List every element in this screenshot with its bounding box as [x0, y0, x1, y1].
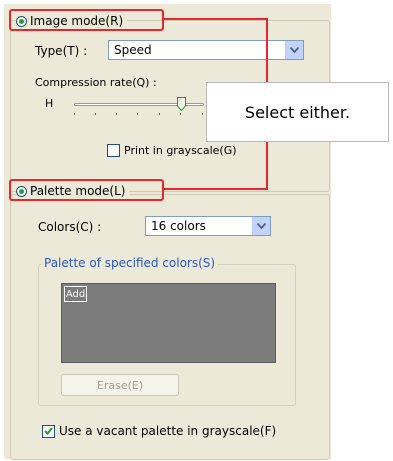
print-grayscale-checkbox[interactable]: Print in grayscale(G): [107, 144, 237, 157]
vacant-palette-label: Use a vacant palette in grayscale(F): [59, 424, 277, 438]
chevron-down-icon[interactable]: [252, 217, 270, 235]
colors-select-value: 16 colors: [151, 219, 206, 233]
connector-line: [162, 18, 268, 20]
print-settings-panel: Image mode(R) Type(T) : Speed Compressio…: [4, 4, 331, 460]
select-either-callout: Select either.: [206, 82, 389, 142]
type-label: Type(T) :: [35, 44, 88, 58]
vacant-palette-checkbox[interactable]: Use a vacant palette in grayscale(F): [42, 424, 276, 438]
erase-button[interactable]: Erase(E): [61, 374, 179, 396]
checkmark-icon: [42, 424, 55, 438]
colors-select[interactable]: 16 colors: [145, 216, 271, 236]
slider-ticks: [74, 113, 204, 116]
specified-colors-legend: Palette of specified colors(S): [42, 256, 218, 270]
add-color-button[interactable]: Add: [64, 286, 87, 302]
type-select-value: Speed: [114, 43, 152, 57]
print-grayscale-label: Print in grayscale(G): [124, 144, 237, 157]
palette-mode-highlight: [9, 179, 164, 201]
compression-rate-label: Compression rate(Q) :: [35, 76, 157, 89]
slider-thumb[interactable]: [177, 97, 186, 111]
checkbox-unchecked-icon: [107, 144, 120, 157]
chevron-down-icon[interactable]: [285, 41, 303, 59]
slider-min-label: H: [45, 97, 54, 110]
connector-line: [162, 188, 268, 190]
palette-color-grid[interactable]: Add: [61, 283, 276, 363]
type-select[interactable]: Speed: [108, 40, 304, 60]
image-mode-highlight: [9, 9, 164, 31]
colors-label: Colors(C) :: [38, 220, 102, 234]
